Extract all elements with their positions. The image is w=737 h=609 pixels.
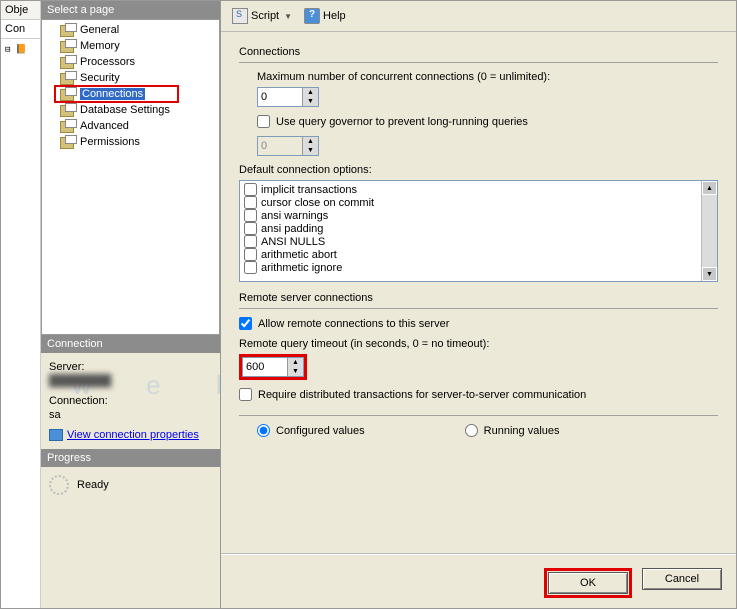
option-item: arithmetic abort [244,248,697,261]
connection-value: sa [49,409,212,421]
remote-timeout-spinner[interactable]: ▲▼ [242,357,304,377]
max-connections-input[interactable] [258,88,302,106]
page-icon [60,39,76,53]
page-list: General Memory Processors Security Conne… [41,19,220,335]
page-item-advanced[interactable]: Advanced [42,118,219,134]
configured-values-radio[interactable]: Configured values [257,424,365,437]
default-options-label: Default connection options: [239,164,718,176]
page-item-general[interactable]: General [42,22,219,38]
option-checkbox[interactable] [244,196,257,209]
object-explorer-title: Obje [1,1,40,20]
properties-icon [49,429,63,441]
spin-down-icon: ▼ [302,146,318,155]
page-item-memory[interactable]: Memory [42,38,219,54]
button-separator [221,553,736,554]
group-divider [239,415,718,416]
allow-remote-checkbox[interactable] [239,317,252,330]
page-icon [60,23,76,37]
require-dt-label: Require distributed transactions for ser… [258,389,586,401]
spin-up-icon: ▲ [302,137,318,146]
option-item: arithmetic ignore [244,261,697,274]
option-checkbox[interactable] [244,222,257,235]
page-icon [60,55,76,69]
progress-spinner-icon [49,475,69,495]
remote-timeout-highlight: ▲▼ [239,354,307,380]
spin-up-icon[interactable]: ▲ [302,88,318,97]
remote-group-label: Remote server connections [239,292,718,304]
ok-highlight: OK [544,568,632,598]
left-navigation-pane: Select a page General Memory Processors … [41,1,221,608]
progress-box: Ready [41,467,220,503]
connections-group-label: Connections [239,46,718,58]
ok-button[interactable]: OK [548,572,628,594]
query-governor-label: Use query governor to prevent long-runni… [276,116,528,128]
group-divider [239,308,718,309]
dialog-window: Obje Con ⊟ 📙 Select a page General Memor… [0,0,737,609]
chevron-down-icon: ▼ [284,12,292,21]
query-governor-spinner: ▲▼ [257,136,319,156]
option-item: ansi warnings [244,209,697,222]
server-value: ████████ [49,375,212,387]
view-connection-properties-link[interactable]: View connection properties [49,429,212,441]
page-icon [60,103,76,117]
server-label: Server: [49,361,212,373]
option-item: implicit transactions [244,183,697,196]
progress-header: Progress [41,449,220,467]
dialog-button-row: OK Cancel [221,562,736,608]
page-icon [60,135,76,149]
option-checkbox[interactable] [244,261,257,274]
query-governor-input [258,137,302,155]
option-item: ansi padding [244,222,697,235]
object-explorer-conn[interactable]: Con [1,20,40,39]
scroll-down-icon[interactable]: ▼ [702,267,717,281]
object-explorer-strip: Obje Con ⊟ 📙 [1,1,41,608]
query-governor-checkbox[interactable] [257,115,270,128]
tree-collapse-icon[interactable]: ⊟ 📙 [5,45,36,55]
max-connections-spinner[interactable]: ▲▼ [257,87,319,107]
max-connections-label: Maximum number of concurrent connections… [257,71,718,83]
remote-timeout-label: Remote query timeout (in seconds, 0 = no… [239,338,718,350]
group-divider [239,62,718,63]
cancel-button[interactable]: Cancel [642,568,722,590]
page-item-processors[interactable]: Processors [42,54,219,70]
running-values-radio[interactable]: Running values [465,424,560,437]
connection-header: Connection [41,335,220,353]
progress-status: Ready [77,479,109,491]
listbox-scrollbar[interactable]: ▲▼ [701,181,717,281]
main-toolbar: Script ▼ Help [221,1,736,32]
option-checkbox[interactable] [244,235,257,248]
require-dt-checkbox[interactable] [239,388,252,401]
content-area: Connections Maximum number of concurrent… [221,32,736,545]
page-icon [60,71,76,85]
page-icon [60,119,76,133]
connection-label: Connection: [49,395,212,407]
main-content: Script ▼ Help Connections Maximum number… [221,1,736,608]
allow-remote-label: Allow remote connections to this server [258,318,449,330]
help-button[interactable]: Help [299,5,351,27]
scroll-up-icon[interactable]: ▲ [702,181,717,195]
page-item-database-settings[interactable]: Database Settings [42,102,219,118]
script-button[interactable]: Script ▼ [227,5,297,27]
page-item-connections[interactable]: Connections [42,86,219,102]
page-item-security[interactable]: Security [42,70,219,86]
option-checkbox[interactable] [244,248,257,261]
option-checkbox[interactable] [244,209,257,222]
spin-down-icon[interactable]: ▼ [287,367,303,376]
help-icon [304,8,320,24]
default-options-listbox[interactable]: implicit transactions cursor close on co… [239,180,718,282]
remote-timeout-input[interactable] [243,358,287,376]
spin-down-icon[interactable]: ▼ [302,97,318,106]
spin-up-icon[interactable]: ▲ [287,358,303,367]
script-icon [232,8,248,24]
option-item: ANSI NULLS [244,235,697,248]
option-checkbox[interactable] [244,183,257,196]
connection-info: Server: ████████ Connection: sa View con… [41,353,220,449]
page-item-permissions[interactable]: Permissions [42,134,219,150]
select-page-header: Select a page [41,1,220,19]
page-icon [60,87,76,101]
option-item: cursor close on commit [244,196,697,209]
